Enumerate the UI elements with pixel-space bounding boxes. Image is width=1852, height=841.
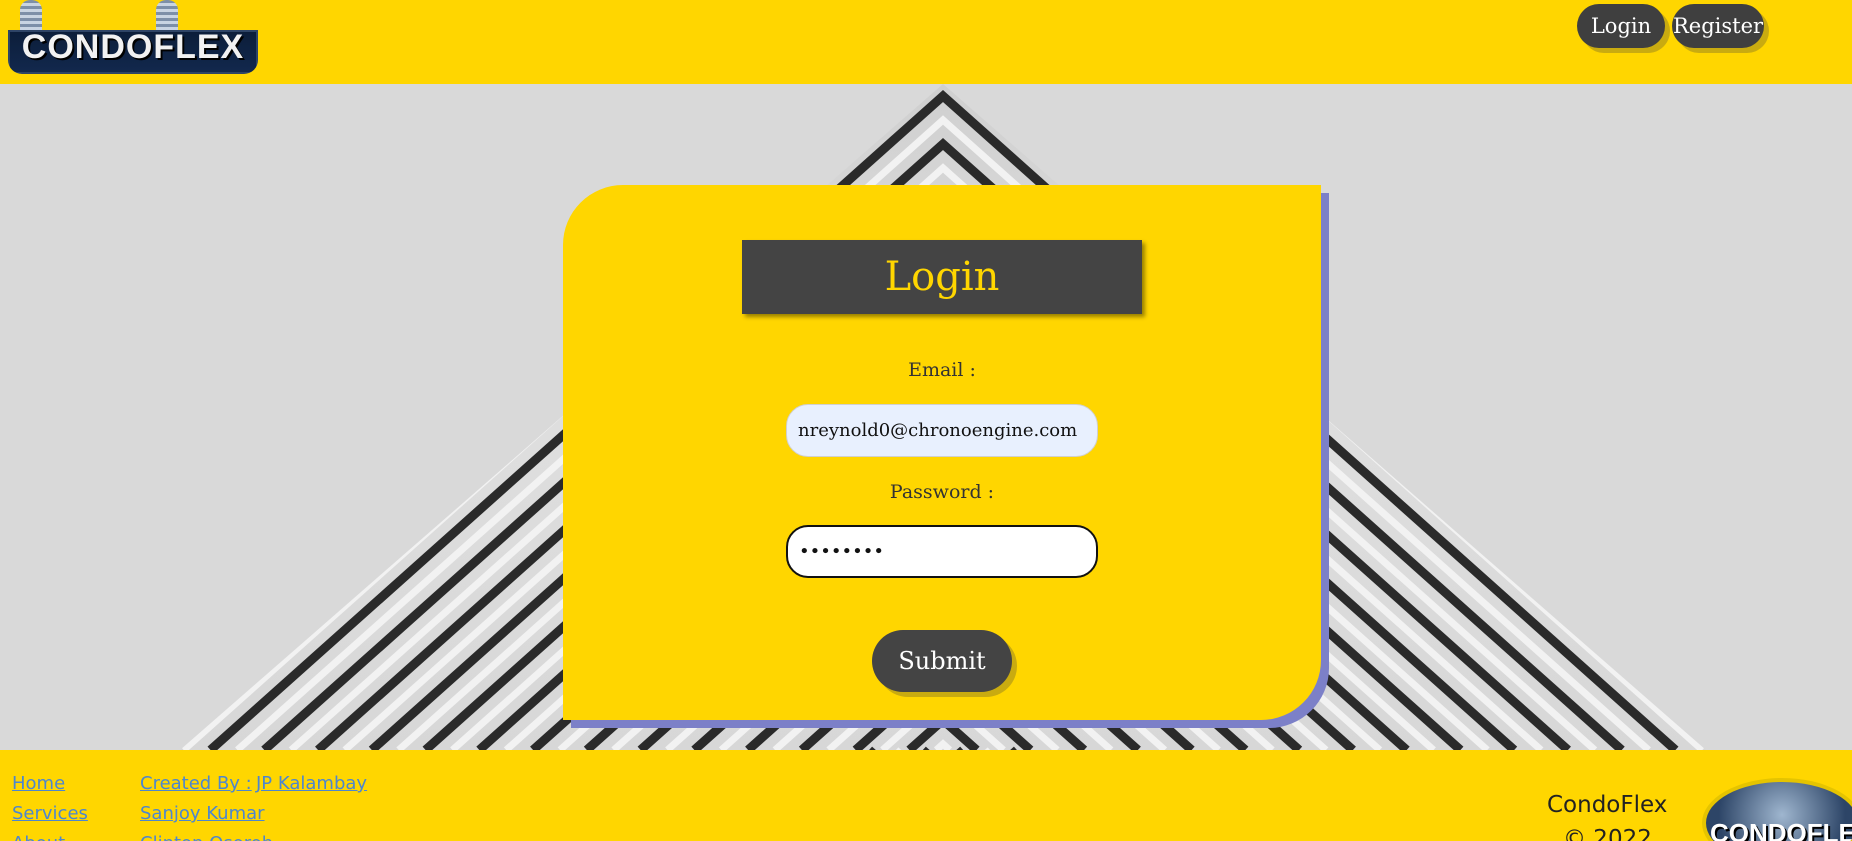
footer-author-link[interactable]: Clinton Osoroh xyxy=(140,833,273,841)
password-label: Password : xyxy=(889,481,995,503)
nav-register-button[interactable]: Register xyxy=(1672,4,1764,48)
footer-logo: CONDOFLEX xyxy=(1702,778,1852,841)
login-card: Login Email : Password : Submit xyxy=(563,185,1321,720)
logo-text: CONDOFLEX xyxy=(21,28,245,66)
password-field[interactable] xyxy=(786,525,1098,578)
condoflex-logo[interactable]: CONDOFLEX xyxy=(8,0,258,74)
footer-link-home[interactable]: Home xyxy=(12,773,65,794)
footer-logo-text: CONDOFLEX xyxy=(1710,818,1852,841)
footer-author-link[interactable]: JP Kalambay xyxy=(256,773,367,794)
email-label: Email : xyxy=(908,359,976,381)
footer-copyright: © 2022 xyxy=(1563,826,1652,841)
email-field[interactable] xyxy=(786,404,1098,457)
login-title: Login xyxy=(742,240,1142,314)
footer-author-link[interactable]: Sanjoy Kumar xyxy=(140,803,265,824)
footer-brand: CondoFlex xyxy=(1547,792,1668,818)
footer-link-services[interactable]: Services xyxy=(12,803,88,824)
nav-login-button[interactable]: Login xyxy=(1577,4,1665,48)
site-header: CONDOFLEX Login Register xyxy=(0,0,1852,84)
site-footer: Home Services About Created By : JP Kala… xyxy=(0,750,1852,841)
footer-link-about[interactable]: About xyxy=(12,833,65,841)
footer-created-by-label[interactable]: Created By : xyxy=(140,773,252,794)
submit-button[interactable]: Submit xyxy=(872,630,1012,692)
